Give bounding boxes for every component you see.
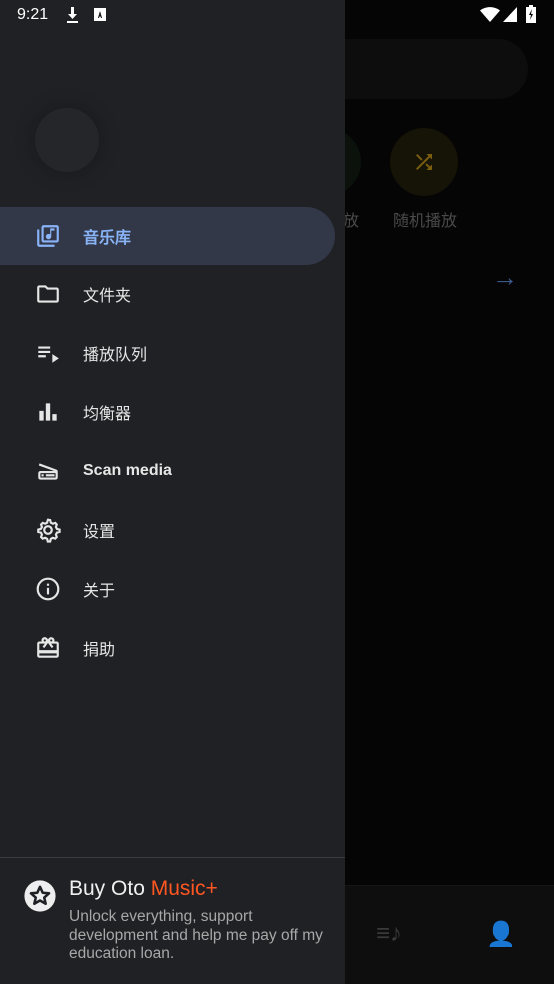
drawer-item-settings[interactable]: 设置 bbox=[0, 501, 335, 559]
status-time: 9:21 bbox=[17, 6, 49, 23]
drawer-item-library[interactable]: 音乐库 bbox=[0, 207, 335, 265]
drawer-item-label: 文件夹 bbox=[83, 288, 132, 305]
equalizer-icon bbox=[35, 399, 61, 425]
queue-icon bbox=[35, 340, 61, 366]
navigation-drawer: 音乐库 文件夹 播放队列 均衡器 Scan media 设置 关于 捐助 Buy… bbox=[0, 0, 345, 984]
drawer-item-donate[interactable]: 捐助 bbox=[0, 619, 335, 677]
arrow-right-icon: → bbox=[492, 262, 518, 292]
keyboard-a-icon bbox=[94, 8, 106, 21]
avatar bbox=[35, 108, 99, 172]
scanner-icon bbox=[35, 458, 61, 484]
drawer-item-label: 捐助 bbox=[83, 642, 116, 659]
play-all-label: 放 bbox=[343, 213, 360, 230]
drawer-item-queue[interactable]: 播放队列 bbox=[0, 324, 335, 382]
drawer-item-folders[interactable]: 文件夹 bbox=[0, 265, 335, 323]
drawer-item-label: 音乐库 bbox=[83, 230, 132, 247]
drawer-item-label: 播放队列 bbox=[83, 347, 148, 364]
shuffle-icon bbox=[416, 154, 432, 170]
drawer-item-scan-media[interactable]: Scan media bbox=[0, 442, 335, 500]
shuffle-label: 随机播放 bbox=[393, 213, 458, 230]
signal-icon bbox=[503, 7, 517, 22]
drawer-item-label: Scan media bbox=[83, 462, 172, 479]
drawer-item-label: 均衡器 bbox=[83, 406, 132, 423]
download-icon bbox=[67, 7, 78, 23]
gift-icon bbox=[35, 635, 61, 661]
drawer-item-about[interactable]: 关于 bbox=[0, 560, 335, 618]
status-bar: 9:21 bbox=[0, 0, 554, 30]
wifi-icon bbox=[480, 7, 500, 22]
shuffle-button bbox=[390, 128, 458, 196]
divider bbox=[0, 857, 345, 858]
library-music-icon bbox=[35, 223, 61, 249]
artist-icon: 👤 bbox=[486, 921, 516, 948]
promo-subtitle: Unlock everything, support development a… bbox=[69, 908, 323, 962]
drawer-item-equalizer[interactable]: 均衡器 bbox=[0, 383, 335, 441]
promo-title-accent: Music+ bbox=[150, 877, 218, 900]
star-icon bbox=[24, 880, 56, 912]
drawer-item-label: 关于 bbox=[83, 583, 116, 600]
gear-icon bbox=[35, 517, 61, 543]
info-icon bbox=[35, 576, 61, 602]
playlist-icon: ≡♪ bbox=[376, 920, 403, 947]
battery-charging-icon bbox=[526, 5, 536, 23]
promo-title-text: Buy Oto bbox=[69, 877, 151, 900]
drawer-item-label: 设置 bbox=[83, 524, 116, 541]
promo-title: Buy Oto Music+ bbox=[69, 877, 218, 901]
folder-icon bbox=[35, 281, 61, 307]
